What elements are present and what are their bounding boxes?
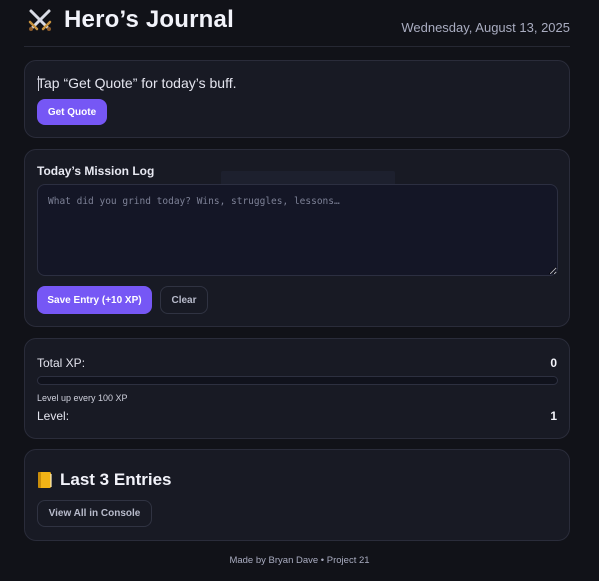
quote-card: Tap “Get Quote” for today’s buff. Get Qu… — [24, 60, 570, 138]
quote-text: Tap “Get Quote” for today’s buff. — [37, 75, 237, 91]
mission-log-label: Today’s Mission Log — [37, 164, 155, 178]
app-title: Hero’s Journal — [26, 6, 234, 34]
total-xp-label: Total XP: — [37, 356, 86, 370]
total-xp-row: Total XP: 0 — [37, 356, 557, 370]
footer-credit: Made by Bryan Dave • Project 21 — [229, 555, 370, 566]
get-quote-button[interactable]: Get Quote — [37, 99, 107, 125]
mission-log-card: Today’s Mission Log Save Entry (+10 XP) … — [24, 149, 570, 327]
level-up-note: Level up every 100 XP — [37, 393, 128, 403]
current-date: Wednesday, August 13, 2025 — [401, 20, 570, 35]
level-label: Level: — [37, 409, 70, 423]
page-title: Hero’s Journal — [64, 6, 234, 33]
last-entries-header: Last 3 Entries — [37, 470, 172, 490]
total-xp-value: 0 — [550, 356, 557, 370]
xp-card: Total XP: 0 Level up every 100 XP Level:… — [24, 338, 570, 439]
last-entries-card: Last 3 Entries View All in Console — [24, 449, 570, 541]
level-row: Level: 1 — [37, 409, 557, 423]
level-value: 1 — [550, 409, 557, 423]
save-entry-button[interactable]: Save Entry (+10 XP) — [37, 286, 152, 314]
book-icon — [37, 471, 53, 489]
app-header: Hero’s Journal Wednesday, August 13, 202… — [24, 0, 570, 47]
last-entries-title: Last 3 Entries — [60, 470, 172, 489]
clear-button[interactable]: Clear — [160, 286, 208, 314]
app-container: Hero’s Journal Wednesday, August 13, 202… — [24, 0, 570, 541]
text-caret — [38, 76, 39, 91]
crossed-swords-icon — [26, 6, 54, 34]
view-all-console-button[interactable]: View All in Console — [37, 500, 152, 527]
xp-progress-bar — [37, 376, 558, 385]
mission-log-input[interactable] — [37, 184, 558, 276]
